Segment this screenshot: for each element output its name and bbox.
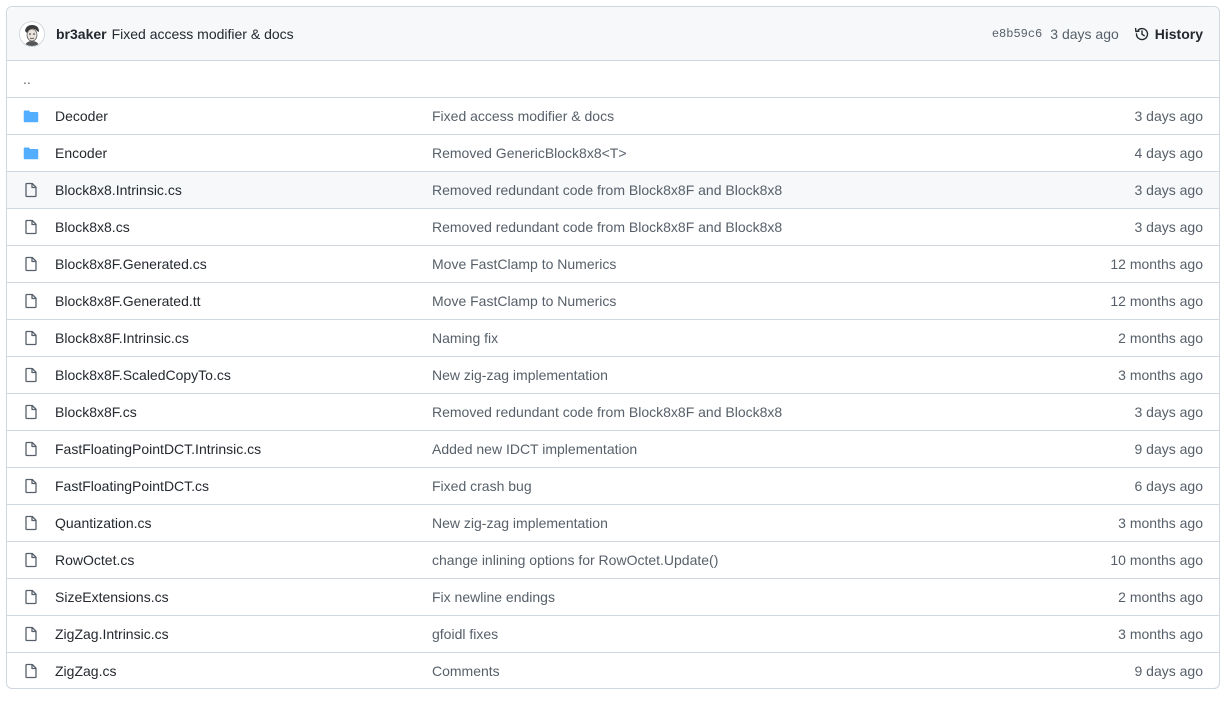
commit-age: 2 months ago: [1118, 589, 1203, 605]
file-name-link[interactable]: FastFloatingPointDCT.Intrinsic.cs: [55, 441, 432, 457]
file-name-link[interactable]: Block8x8F.Generated.cs: [55, 256, 432, 272]
file-icon: [23, 219, 39, 235]
commit-age: 12 months ago: [1110, 256, 1203, 272]
commit-age: 3 days ago: [1050, 25, 1119, 42]
history-icon: [1134, 27, 1148, 40]
commit-message-link[interactable]: Removed redundant code from Block8x8F an…: [432, 404, 1063, 420]
commit-message-link[interactable]: Fixed access modifier & docs: [432, 108, 1063, 124]
file-icon: [23, 626, 39, 642]
file-icon: [23, 441, 39, 457]
commit-message-link[interactable]: New zig-zag implementation: [432, 367, 1063, 383]
commit-age: 9 days ago: [1134, 663, 1204, 679]
commit-age: 2 months ago: [1118, 330, 1203, 346]
file-name-link[interactable]: ZigZag.Intrinsic.cs: [55, 626, 432, 642]
file-row[interactable]: Block8x8F.Generated.tt Move FastClamp to …: [7, 282, 1219, 319]
file-row[interactable]: RowOctet.cs change inlining options for R…: [7, 541, 1219, 578]
file-icon: [23, 515, 39, 531]
file-row[interactable]: FastFloatingPointDCT.Intrinsic.cs Added n…: [7, 430, 1219, 467]
file-icon: [23, 589, 39, 605]
file-icon: [23, 404, 39, 420]
commit-age: 10 months ago: [1110, 552, 1203, 568]
commit-message-link[interactable]: Fix newline endings: [432, 589, 1063, 605]
commit-message-link[interactable]: Move FastClamp to Numerics: [432, 256, 1063, 272]
commit-age: 3 days ago: [1134, 219, 1204, 235]
commit-message-link[interactable]: New zig-zag implementation: [432, 515, 1063, 531]
file-row[interactable]: Block8x8F.Generated.cs Move FastClamp to …: [7, 245, 1219, 282]
commit-age: 3 days ago: [1134, 182, 1204, 198]
file-name-link[interactable]: SizeExtensions.cs: [55, 589, 432, 605]
file-name-link[interactable]: Block8x8F.cs: [55, 404, 432, 420]
avatar-image: [20, 21, 44, 46]
file-row[interactable]: SizeExtensions.cs Fix newline endings 2 mo…: [7, 578, 1219, 615]
commit-age: 12 months ago: [1110, 293, 1203, 309]
commit-age: 6 days ago: [1134, 478, 1204, 494]
commit-message-link[interactable]: Removed redundant code from Block8x8F an…: [432, 182, 1063, 198]
history-label: History: [1154, 25, 1203, 42]
file-name-link[interactable]: Quantization.cs: [55, 515, 432, 531]
file-icon: [23, 330, 39, 346]
file-list: Decoder Fixed access modifier & docs 3 day…: [7, 97, 1219, 688]
file-icon: [23, 663, 39, 679]
latest-commit-bar: br3aker Fixed access modifier & docs e8b…: [7, 7, 1219, 61]
file-icon: [23, 182, 39, 198]
folder-icon: [23, 108, 39, 124]
file-icon: [23, 256, 39, 272]
file-name-link[interactable]: RowOctet.cs: [55, 552, 432, 568]
folder-row[interactable]: Encoder Removed GenericBlock8x8<T> 4 days …: [7, 134, 1219, 171]
file-row[interactable]: Block8x8.cs Removed redundant code from B…: [7, 208, 1219, 245]
folder-icon: [23, 145, 39, 161]
folder-row[interactable]: Decoder Fixed access modifier & docs 3 day…: [7, 97, 1219, 134]
parent-directory-label: ..: [23, 71, 31, 87]
file-name-link[interactable]: Block8x8F.Intrinsic.cs: [55, 330, 432, 346]
file-row[interactable]: Quantization.cs New zig-zag implementatio…: [7, 504, 1219, 541]
commit-age: 3 days ago: [1134, 108, 1204, 124]
file-icon: [23, 552, 39, 568]
file-row[interactable]: Block8x8.Intrinsic.cs Removed redundant c…: [7, 171, 1219, 208]
commit-message-link[interactable]: Fixed crash bug: [432, 478, 1063, 494]
file-name-link[interactable]: Block8x8.Intrinsic.cs: [55, 182, 432, 198]
commit-age: 3 days ago: [1134, 404, 1204, 420]
file-name-link[interactable]: ZigZag.cs: [55, 663, 432, 679]
file-name-link[interactable]: Block8x8.cs: [55, 219, 432, 235]
commit-message-link[interactable]: Move FastClamp to Numerics: [432, 293, 1063, 309]
commit-author-link[interactable]: br3aker: [56, 26, 107, 42]
file-row[interactable]: Block8x8F.cs Removed redundant code from …: [7, 393, 1219, 430]
commit-message-link[interactable]: change inlining options for RowOctet.Upd…: [432, 552, 1063, 568]
commit-age: 9 days ago: [1134, 441, 1204, 457]
file-browser: br3aker Fixed access modifier & docs e8b…: [6, 6, 1220, 689]
file-icon: [23, 367, 39, 383]
commit-message-link[interactable]: Removed redundant code from Block8x8F an…: [432, 219, 1063, 235]
folder-name-link[interactable]: Decoder: [55, 108, 432, 124]
file-row[interactable]: Block8x8F.ScaledCopyTo.cs New zig-zag imp…: [7, 356, 1219, 393]
commit-message-link[interactable]: Comments: [432, 663, 1063, 679]
file-name-link[interactable]: Block8x8F.Generated.tt: [55, 293, 432, 309]
commit-sha-link[interactable]: e8b59c6: [992, 27, 1042, 41]
commit-age: 4 days ago: [1134, 145, 1204, 161]
file-row[interactable]: ZigZag.Intrinsic.cs gfoidl fixes 3 months …: [7, 615, 1219, 652]
file-row[interactable]: FastFloatingPointDCT.cs Fixed crash bug 6 …: [7, 467, 1219, 504]
commit-message-link[interactable]: Removed GenericBlock8x8<T>: [432, 145, 1063, 161]
commit-message-link[interactable]: Naming fix: [432, 330, 1063, 346]
file-row[interactable]: ZigZag.cs Comments 9 days ago: [7, 652, 1219, 688]
file-row[interactable]: Block8x8F.Intrinsic.cs Naming fix 2 months…: [7, 319, 1219, 356]
parent-directory-link[interactable]: ..: [7, 61, 1219, 97]
file-name-link[interactable]: Block8x8F.ScaledCopyTo.cs: [55, 367, 432, 383]
commit-age: 3 months ago: [1118, 367, 1203, 383]
commit-age: 3 months ago: [1118, 515, 1203, 531]
commit-message-link[interactable]: Added new IDCT implementation: [432, 441, 1063, 457]
file-icon: [23, 478, 39, 494]
avatar[interactable]: [19, 20, 45, 47]
commit-message-link[interactable]: Fixed access modifier & docs: [112, 26, 294, 42]
history-link[interactable]: History: [1134, 26, 1203, 42]
commit-message-link[interactable]: gfoidl fixes: [432, 626, 1063, 642]
file-icon: [23, 293, 39, 309]
commit-age: 3 months ago: [1118, 626, 1203, 642]
folder-name-link[interactable]: Encoder: [55, 145, 432, 161]
file-name-link[interactable]: FastFloatingPointDCT.cs: [55, 478, 432, 494]
